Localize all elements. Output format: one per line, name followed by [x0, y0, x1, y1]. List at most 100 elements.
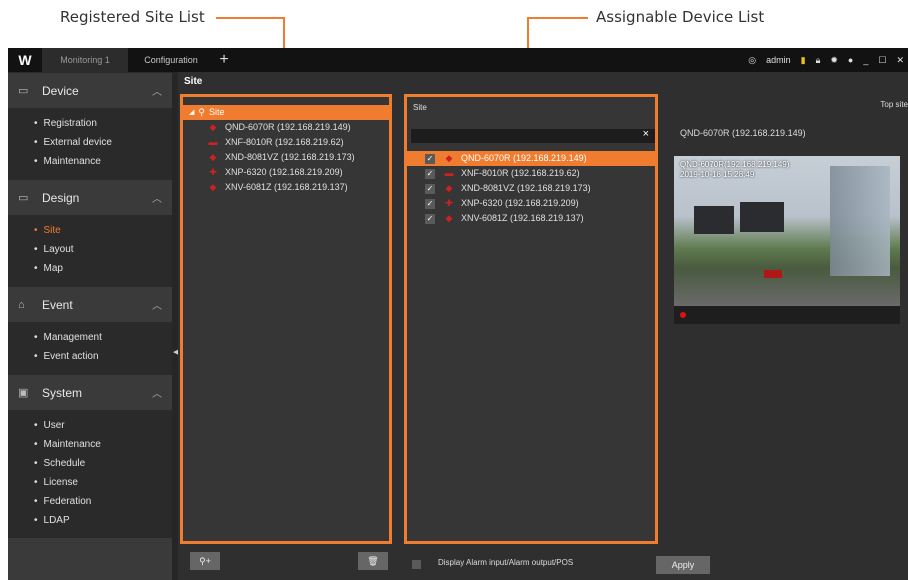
tree-root-site[interactable]: ◢ ⚲ Site: [183, 105, 389, 120]
add-site-button[interactable]: ⚲+: [190, 552, 220, 570]
clear-search-icon[interactable]: ×: [643, 128, 649, 140]
top-site-link[interactable]: Top site: [880, 100, 908, 109]
app-window: W Monitoring 1 Configuration + ◎ admin ▮…: [8, 48, 908, 580]
site-icon: ⚲: [198, 107, 205, 117]
selected-device-name: QND-6070R (192.168.219.149): [680, 128, 806, 138]
event-items: Management Event action: [8, 322, 172, 374]
registered-site-list-annotation: Registered Site List: [60, 8, 205, 26]
info-icon[interactable]: ●: [848, 55, 853, 65]
device-label: XNP-6320 (192.168.219.209): [461, 198, 579, 208]
device-list: ✓ ◆ QND-6070R (192.168.219.149) ✓ ▬ XNF-8010…: [407, 151, 655, 226]
section-title: System: [42, 385, 83, 400]
sidebar-item-layout[interactable]: Layout: [34, 240, 172, 259]
preview-panel: Top site QND-6070R (192.168.219.149) QND…: [670, 94, 908, 554]
camera-icon: ▬: [444, 168, 454, 178]
ptz-camera-icon: ✚: [209, 167, 217, 177]
device-label: XNP-6320 (192.168.219.209): [225, 167, 343, 177]
sidebar-item-maintenance[interactable]: Maintenance: [34, 152, 172, 171]
billboard: [694, 206, 734, 234]
chevron-up-icon[interactable]: ︿: [152, 385, 162, 400]
list-item[interactable]: ✓ ✚ XNP-6320 (192.168.219.209): [407, 196, 655, 211]
sidebar-item-user[interactable]: User: [34, 416, 172, 435]
sidebar-item-site[interactable]: Site: [34, 221, 172, 240]
sidebar-item-ldap[interactable]: LDAP: [34, 511, 172, 530]
close-icon[interactable]: ✕: [896, 55, 904, 66]
display-alarm-label: Display Alarm input/Alarm output/POS: [438, 558, 574, 567]
video-timestamp: 2019-10-18 15:28:49: [680, 170, 755, 179]
tab-configuration[interactable]: Configuration: [128, 48, 214, 72]
registered-site-list: ◢ ⚲ Site ◆ QND-6070R (192.168.219.149) ▬ X…: [180, 94, 392, 544]
tab-monitoring[interactable]: Monitoring 1: [42, 48, 128, 72]
sidebar-item-maintenance[interactable]: Maintenance: [34, 435, 172, 454]
sidebar: ▭ Device ︿ Registration External device …: [8, 72, 172, 580]
user-icon[interactable]: ◎: [748, 55, 756, 66]
chevron-up-icon[interactable]: ︿: [152, 190, 162, 205]
window-controls: ◎ admin ▮ 🔒︎ ✹ ● _ ☐ ✕: [748, 48, 904, 72]
checkbox-checked[interactable]: ✓: [425, 168, 435, 179]
camera-icon: ◆: [209, 152, 217, 162]
list-item[interactable]: ✓ ▬ XNF-8010R (192.168.219.62): [407, 166, 655, 181]
sidebar-item-event-action[interactable]: Event action: [34, 347, 172, 366]
minimize-icon[interactable]: _: [863, 55, 868, 65]
video-overlay: QND-6070R(192.168.219.149) 2019-10-18 15…: [680, 160, 789, 180]
page-title: Site: [184, 76, 203, 87]
search-input[interactable]: [411, 129, 655, 143]
user-name[interactable]: admin: [766, 55, 791, 65]
sidebar-item-management[interactable]: Management: [34, 328, 172, 347]
display-alarm-checkbox[interactable]: [412, 560, 421, 569]
ptz-camera-icon: ✚: [445, 198, 453, 208]
device-label: QND-6070R (192.168.219.149): [461, 153, 587, 163]
section-device[interactable]: ▭ Device ︿: [8, 72, 172, 108]
design-items: Site Layout Map: [8, 215, 172, 286]
list-item[interactable]: ✓ ◆ XND-8081VZ (192.168.219.173): [407, 181, 655, 196]
expand-icon[interactable]: ◢: [189, 105, 194, 120]
lock-icon[interactable]: 🔒︎: [816, 55, 821, 66]
sidebar-item-map[interactable]: Map: [34, 259, 172, 278]
section-system[interactable]: ▣ System ︿: [8, 374, 172, 410]
list-item[interactable]: ✓ ◆ QND-6070R (192.168.219.149): [407, 151, 655, 166]
annotation-line: [216, 17, 284, 19]
checkbox-checked[interactable]: ✓: [425, 183, 435, 194]
tree-device[interactable]: ✚ XNP-6320 (192.168.219.209): [183, 165, 389, 180]
main-content: Site ◢ ⚲ Site ◆ QND-6070R (192.168.219.14…: [178, 72, 908, 580]
chevron-up-icon[interactable]: ︿: [152, 83, 162, 98]
tree-device[interactable]: ◆ XNV-6081Z (192.168.219.137): [183, 180, 389, 195]
sidebar-item-schedule[interactable]: Schedule: [34, 454, 172, 473]
tree-device[interactable]: ◆ QND-6070R (192.168.219.149): [183, 120, 389, 135]
gear-icon[interactable]: ✹: [830, 55, 838, 66]
tree-device[interactable]: ◆ XND-8081VZ (192.168.219.173): [183, 150, 389, 165]
apply-button[interactable]: Apply: [656, 556, 710, 574]
section-event[interactable]: ⌂ Event ︿: [8, 286, 172, 322]
camera-icon: ◆: [445, 153, 453, 163]
device-label: XNV-6081Z (192.168.219.137): [461, 213, 584, 223]
signal-icon[interactable]: ▮: [801, 55, 806, 66]
chevron-up-icon[interactable]: ︿: [152, 297, 162, 312]
section-design[interactable]: ▭ Design ︿: [8, 179, 172, 215]
top-bar: W Monitoring 1 Configuration + ◎ admin ▮…: [8, 48, 908, 72]
camera-icon: ◆: [209, 182, 217, 192]
system-icon: ▣: [18, 387, 29, 399]
device-label: XNF-8010R (192.168.219.62): [225, 137, 344, 147]
device-items: Registration External device Maintenance: [8, 108, 172, 179]
panel-label: Site: [413, 103, 427, 112]
tree-device[interactable]: ▬ XNF-8010R (192.168.219.62): [183, 135, 389, 150]
maximize-icon[interactable]: ☐: [878, 55, 886, 66]
delete-button[interactable]: 🗑︎: [358, 552, 388, 570]
checkbox-checked[interactable]: ✓: [425, 213, 435, 224]
list-item[interactable]: ✓ ◆ XNV-6081Z (192.168.219.137): [407, 211, 655, 226]
checkbox-checked[interactable]: ✓: [425, 153, 435, 164]
video-title: QND-6070R(192.168.219.149): [680, 160, 790, 169]
device-icon: ▭: [18, 85, 29, 97]
add-tab-button[interactable]: +: [214, 51, 234, 69]
sidebar-item-license[interactable]: License: [34, 473, 172, 492]
billboard: [740, 202, 784, 232]
checkbox-checked[interactable]: ✓: [425, 198, 435, 209]
sidebar-item-external-device[interactable]: External device: [34, 133, 172, 152]
sidebar-item-registration[interactable]: Registration: [34, 114, 172, 133]
sidebar-item-federation[interactable]: Federation: [34, 492, 172, 511]
video-preview[interactable]: QND-6070R(192.168.219.149) 2019-10-18 15…: [674, 156, 900, 306]
record-indicator-icon: [680, 312, 686, 318]
camera-icon: ▬: [208, 137, 218, 147]
video-status-bar: [674, 306, 900, 324]
car: [764, 270, 782, 278]
